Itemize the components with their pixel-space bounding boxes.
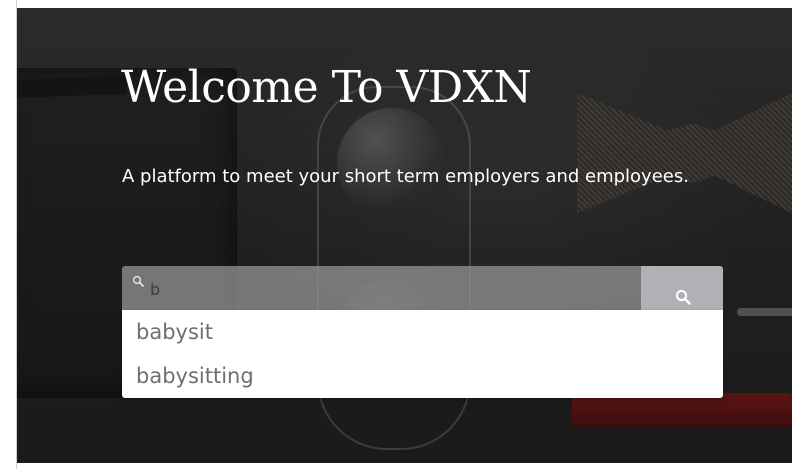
hero-section: Welcome To VDXN A platform to meet your … <box>17 8 792 463</box>
search-icon <box>675 289 691 305</box>
browser-viewport: Welcome To VDXN A platform to meet your … <box>0 0 799 469</box>
autocomplete-suggestion[interactable]: babysit <box>122 310 723 354</box>
search-input-container[interactable] <box>122 266 641 310</box>
autocomplete-dropdown: babysit babysitting <box>122 310 723 398</box>
page-subtitle: A platform to meet your short term emplo… <box>122 166 689 187</box>
autocomplete-suggestion[interactable]: babysitting <box>122 354 723 398</box>
page-title: Welcome To VDXN <box>121 62 532 113</box>
search-icon <box>132 275 144 287</box>
search-input[interactable] <box>146 274 634 304</box>
search-button[interactable] <box>641 266 723 310</box>
search-bar <box>122 266 723 310</box>
left-edge-strip <box>0 0 17 469</box>
